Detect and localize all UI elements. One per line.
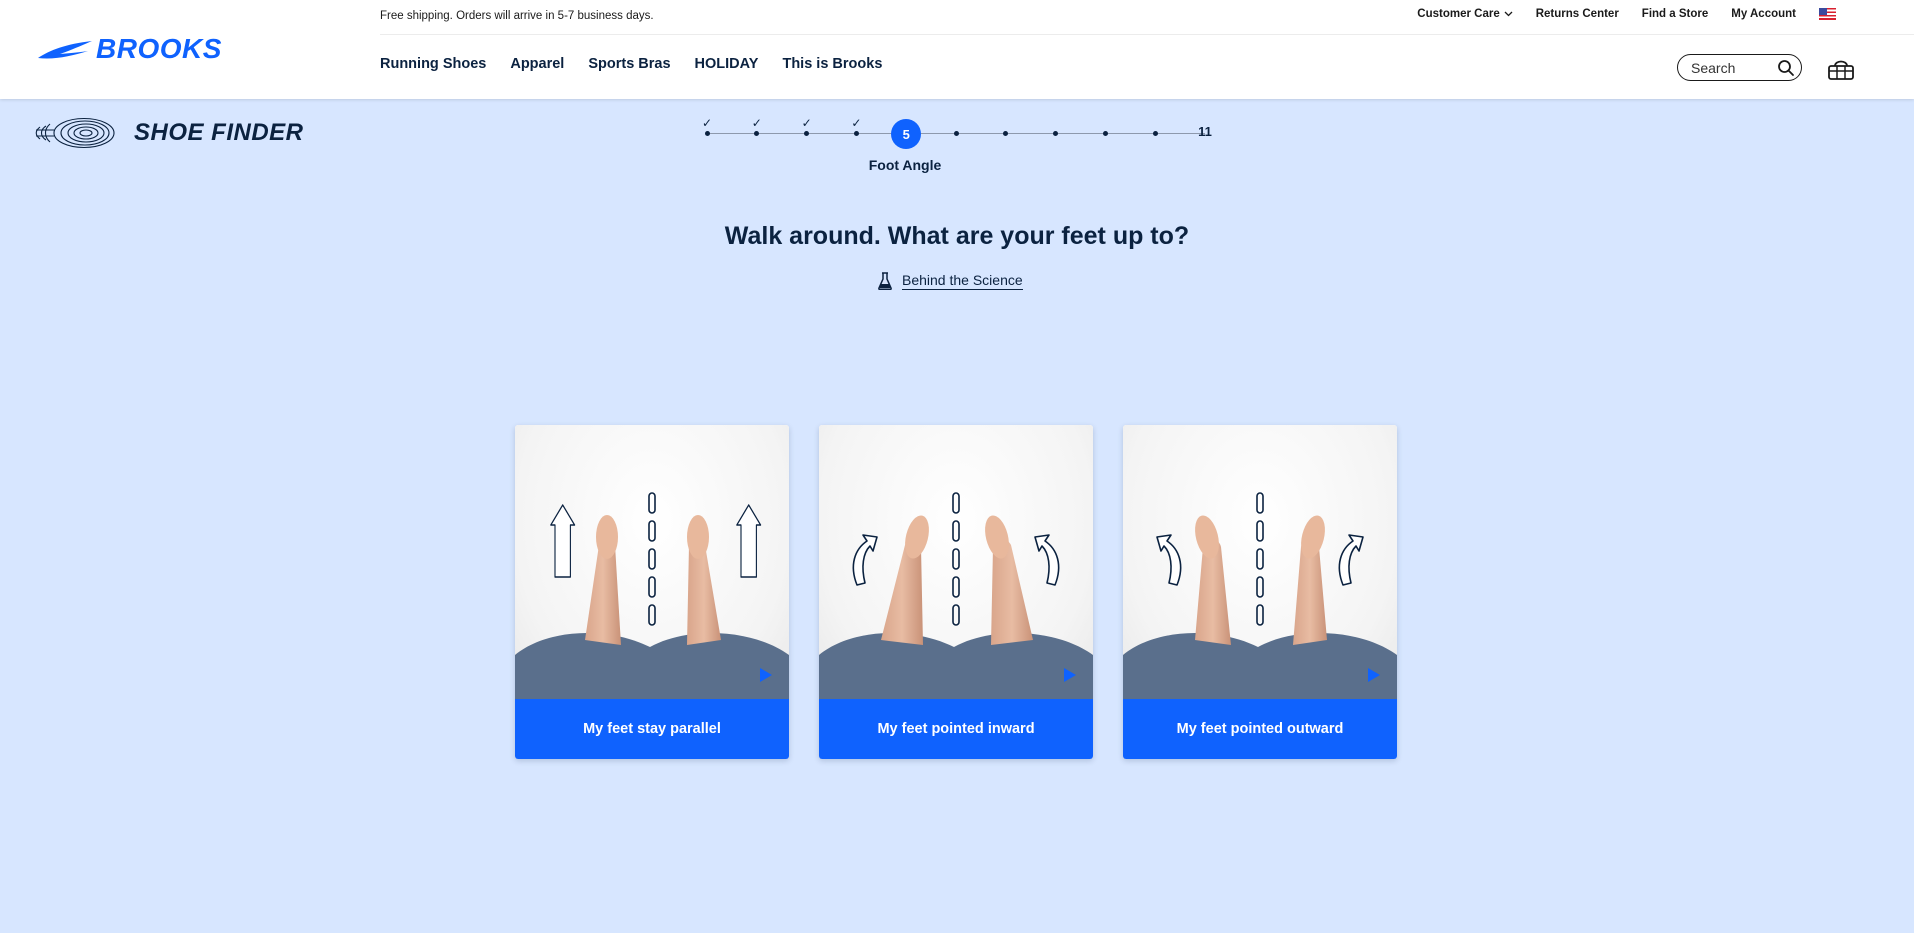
step-upcoming: [996, 116, 1016, 150]
step-dot: [1053, 131, 1059, 136]
current-step-label: Foot Angle: [868, 157, 942, 173]
option-label: My feet pointed outward: [1123, 699, 1397, 759]
nav-sports-bras[interactable]: Sports Bras: [588, 56, 670, 72]
progress-stepper: ✓ ✓ ✓ ✓ 5 11: [702, 116, 1217, 176]
answer-options: My feet stay parallel My feet pointed in…: [515, 425, 1397, 759]
search-input[interactable]: [1691, 59, 1771, 76]
chevron-down-icon: [1504, 11, 1513, 17]
checkmark-icon: ✓: [851, 116, 862, 130]
last-step-number: 11: [1198, 124, 1212, 139]
search-box: [1677, 54, 1802, 81]
utility-find-store[interactable]: Find a Store: [1642, 8, 1708, 20]
option-label: My feet pointed inward: [819, 699, 1093, 759]
utility-customer-care[interactable]: Customer Care: [1417, 8, 1513, 20]
step-completed: ✓: [697, 116, 717, 150]
play-icon[interactable]: [1063, 667, 1077, 683]
option-card-parallel[interactable]: My feet stay parallel: [515, 425, 789, 759]
option-card-inward[interactable]: My feet pointed inward: [819, 425, 1093, 759]
cart-bag-icon[interactable]: [1826, 56, 1856, 82]
step-dot: [804, 131, 810, 136]
checkmark-icon: ✓: [701, 116, 713, 130]
option-card-outward[interactable]: My feet pointed outward: [1123, 425, 1397, 759]
utility-nav: Customer Care Returns Center Find a Stor…: [1417, 8, 1836, 20]
option-video-thumbnail: [515, 425, 789, 699]
checkmark-icon: ✓: [801, 116, 812, 130]
search-icon[interactable]: [1777, 59, 1795, 77]
step-last: 11: [1195, 116, 1215, 150]
feet-inward-illustration: [819, 492, 1093, 699]
step-dot: [1003, 131, 1009, 136]
utility-my-account[interactable]: My Account: [1731, 8, 1796, 20]
nav-apparel[interactable]: Apparel: [510, 56, 564, 72]
nav-this-is-brooks[interactable]: This is Brooks: [782, 56, 882, 72]
site-header: BROOKS Free shipping. Orders will arrive…: [0, 0, 1914, 99]
shoe-finder-logo[interactable]: SHOE FINDER: [34, 116, 304, 150]
utility-label: Returns Center: [1535, 8, 1619, 20]
step-dot: [953, 131, 959, 136]
step-dot: [1152, 131, 1158, 136]
step-completed: ✓: [797, 116, 817, 150]
header-divider: [380, 34, 1914, 35]
step-dot: [754, 131, 760, 136]
step-current: 5: [891, 116, 922, 150]
feet-outward-illustration: [1123, 492, 1397, 699]
utility-label: Customer Care: [1417, 8, 1500, 20]
question-title: Walk around. What are your feet up to?: [724, 222, 1190, 250]
shoe-finder-title: SHOE FINDER: [134, 119, 304, 146]
step-dot: [853, 131, 859, 136]
option-label: My feet stay parallel: [515, 699, 789, 759]
step-upcoming: [1095, 116, 1115, 150]
step-dot: [1102, 131, 1108, 136]
play-icon[interactable]: [759, 667, 773, 683]
nav-holiday[interactable]: HOLIDAY: [695, 56, 759, 72]
behind-the-science-text: Behind the Science: [902, 272, 1023, 290]
utility-label: Find a Store: [1641, 8, 1709, 20]
option-video-thumbnail: [819, 425, 1093, 699]
step-upcoming: [1046, 116, 1066, 150]
step-completed: ✓: [846, 116, 866, 150]
utility-label: My Account: [1731, 8, 1796, 20]
utility-returns-center[interactable]: Returns Center: [1536, 8, 1619, 20]
brooks-swoosh-icon: [38, 41, 92, 59]
brooks-logo[interactable]: BROOKS: [36, 33, 226, 64]
play-icon[interactable]: [1367, 667, 1381, 683]
feet-parallel-illustration: [515, 492, 789, 699]
behind-the-science-link[interactable]: Behind the Science: [878, 272, 1023, 290]
promo-banner: Free shipping. Orders will arrive in 5-7…: [380, 10, 654, 22]
nav-running-shoes[interactable]: Running Shoes: [380, 56, 486, 72]
us-flag-icon[interactable]: [1819, 8, 1836, 20]
main-nav: Running Shoes Apparel Sports Bras HOLIDA…: [380, 56, 882, 72]
step-dot: [704, 131, 710, 136]
fingerprint-icon: [35, 117, 115, 149]
checkmark-icon: ✓: [751, 116, 762, 130]
flask-icon: [878, 272, 892, 290]
option-video-thumbnail: [1123, 425, 1397, 699]
step-completed: ✓: [747, 116, 767, 150]
brand-wordmark: BROOKS: [96, 33, 222, 64]
step-upcoming: [1145, 116, 1165, 150]
current-step-number: 5: [891, 119, 922, 149]
step-upcoming: [946, 116, 966, 150]
